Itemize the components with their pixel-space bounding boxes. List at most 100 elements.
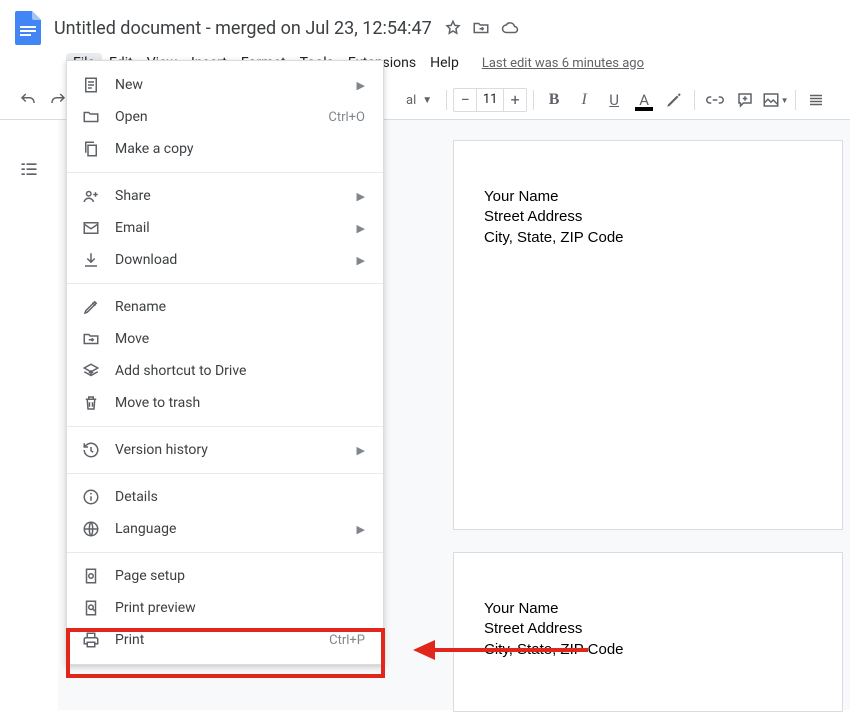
side-rail xyxy=(0,120,58,710)
doc-line: City, State, ZIP Code xyxy=(484,228,812,248)
bold-button[interactable]: B xyxy=(540,86,568,114)
language-icon xyxy=(81,519,101,539)
title-bar: Untitled document - merged on Jul 23, 12… xyxy=(0,0,850,48)
doc-line: Street Address xyxy=(484,207,812,227)
menu-item-label: Details xyxy=(115,489,365,505)
file-menu-shortcut[interactable]: Add shortcut to Drive xyxy=(67,355,383,387)
document-title[interactable]: Untitled document - merged on Jul 23, 12… xyxy=(48,18,438,39)
font-size-control: − 11 + xyxy=(453,88,527,112)
insert-link-button[interactable] xyxy=(701,86,729,114)
menu-item-label: Print xyxy=(115,632,315,648)
font-size-decrease[interactable]: − xyxy=(454,89,476,111)
docs-logo[interactable] xyxy=(8,8,48,48)
print-icon xyxy=(81,630,101,650)
file-menu-download[interactable]: Download ▶ xyxy=(67,244,383,276)
move-icon xyxy=(81,329,101,349)
submenu-arrow-icon: ▶ xyxy=(357,523,365,536)
share-icon xyxy=(81,186,101,206)
open-icon xyxy=(81,107,101,127)
file-menu-share[interactable]: Share ▶ xyxy=(67,180,383,212)
file-menu-pagesetup[interactable]: Page setup xyxy=(67,560,383,592)
doc-line: Street Address xyxy=(484,619,812,639)
menu-separator xyxy=(67,552,383,553)
pagesetup-icon xyxy=(81,566,101,586)
doc-line: Your Name xyxy=(484,187,812,207)
version-icon xyxy=(81,440,101,460)
download-icon xyxy=(81,250,101,270)
toolbar-separator xyxy=(446,90,447,110)
file-menu-open[interactable]: Open Ctrl+O xyxy=(67,101,383,133)
menu-item-label: Page setup xyxy=(115,568,365,584)
menu-item-shortcut: Ctrl+O xyxy=(328,110,365,125)
toolbar-separator xyxy=(795,90,796,110)
align-button[interactable] xyxy=(802,86,830,114)
menu-item-label: Version history xyxy=(115,442,343,458)
trash-icon xyxy=(81,393,101,413)
file-menu-new[interactable]: New ▶ xyxy=(67,69,383,101)
font-family-truncated[interactable]: al xyxy=(406,93,416,108)
last-edit-link[interactable]: Last edit was 6 minutes ago xyxy=(482,56,644,71)
highlight-button[interactable] xyxy=(660,86,688,114)
font-size-increase[interactable]: + xyxy=(504,89,526,111)
new-icon xyxy=(81,75,101,95)
toolbar-separator xyxy=(694,90,695,110)
doc-line: City, State, ZIP Code xyxy=(484,640,812,660)
submenu-arrow-icon: ▶ xyxy=(357,222,365,235)
menu-separator xyxy=(67,283,383,284)
submenu-arrow-icon: ▶ xyxy=(357,190,365,203)
insert-image-button[interactable]: ▼ xyxy=(761,86,789,114)
file-menu-language[interactable]: Language ▶ xyxy=(67,513,383,545)
font-family-chevron-icon[interactable]: ▼ xyxy=(422,95,432,106)
text-color-button[interactable]: A xyxy=(630,86,658,114)
rename-icon xyxy=(81,297,101,317)
file-menu-printpreview[interactable]: Print preview xyxy=(67,592,383,624)
menu-item-label: Open xyxy=(115,109,314,125)
menu-item-label: Print preview xyxy=(115,600,365,616)
menu-item-label: Language xyxy=(115,521,343,537)
doc-line: Your Name xyxy=(484,599,812,619)
file-menu-dropdown: New▶OpenCtrl+OMake a copyShare▶Email▶Dow… xyxy=(66,60,384,665)
star-icon[interactable] xyxy=(444,19,462,37)
file-menu-rename[interactable]: Rename xyxy=(67,291,383,323)
file-menu-copy[interactable]: Make a copy xyxy=(67,133,383,165)
undo-button[interactable] xyxy=(14,86,42,114)
file-menu-print[interactable]: Print Ctrl+P xyxy=(67,624,383,656)
insert-comment-button[interactable] xyxy=(731,86,759,114)
menu-item-label: New xyxy=(115,77,343,93)
menu-item-label: Make a copy xyxy=(115,141,365,157)
file-menu-version[interactable]: Version history ▶ xyxy=(67,434,383,466)
outline-icon[interactable] xyxy=(15,156,43,184)
italic-button[interactable]: I xyxy=(570,86,598,114)
menu-item-label: Move xyxy=(115,331,365,347)
menu-item-label: Rename xyxy=(115,299,365,315)
menu-item-shortcut: Ctrl+P xyxy=(329,633,365,648)
submenu-arrow-icon: ▶ xyxy=(357,254,365,267)
file-menu-trash[interactable]: Move to trash xyxy=(67,387,383,419)
menu-item-label: Move to trash xyxy=(115,395,365,411)
file-menu-move[interactable]: Move xyxy=(67,323,383,355)
file-menu-details[interactable]: Details xyxy=(67,481,383,513)
file-menu-email[interactable]: Email ▶ xyxy=(67,212,383,244)
menu-separator xyxy=(67,426,383,427)
menu-item-label: Email xyxy=(115,220,343,236)
document-page[interactable]: Your Name Street Address City, State, ZI… xyxy=(453,552,843,712)
menu-help[interactable]: Help xyxy=(423,53,466,73)
document-page[interactable]: Your Name Street Address City, State, ZI… xyxy=(453,140,843,530)
menu-separator xyxy=(67,172,383,173)
menu-item-label: Download xyxy=(115,252,343,268)
menu-separator xyxy=(67,473,383,474)
printpreview-icon xyxy=(81,598,101,618)
submenu-arrow-icon: ▶ xyxy=(357,79,365,92)
move-icon[interactable] xyxy=(472,19,490,37)
copy-icon xyxy=(81,139,101,159)
menu-item-label: Add shortcut to Drive xyxy=(115,363,365,379)
toolbar-separator xyxy=(533,90,534,110)
submenu-arrow-icon: ▶ xyxy=(357,444,365,457)
shortcut-icon xyxy=(81,361,101,381)
cloud-saved-icon[interactable] xyxy=(500,19,520,37)
underline-button[interactable]: U xyxy=(600,86,628,114)
details-icon xyxy=(81,487,101,507)
menu-item-label: Share xyxy=(115,188,343,204)
email-icon xyxy=(81,218,101,238)
font-size-value[interactable]: 11 xyxy=(476,89,504,111)
